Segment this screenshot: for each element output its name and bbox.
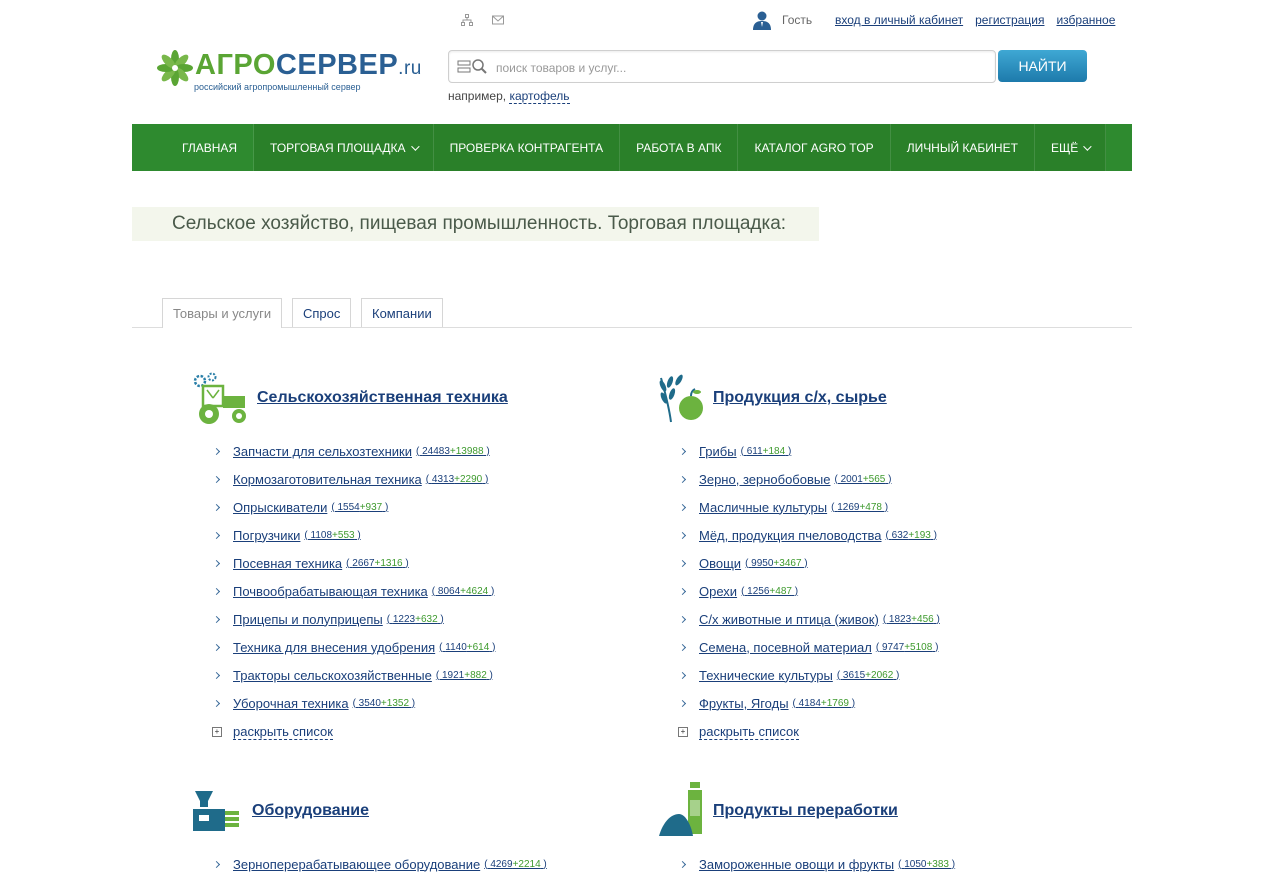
user-icon	[753, 11, 771, 30]
chevron-right-icon	[678, 671, 687, 679]
category-list-machinery: Запчасти для сельхозтехники( 24483+13988…	[212, 437, 495, 717]
list-item[interactable]: Семена, посевной материал( 9747+5108 )	[678, 633, 940, 661]
list-item[interactable]: Посевная техника( 2667+1316 )	[212, 549, 495, 577]
wheat-apple-icon	[659, 374, 703, 423]
chevron-right-icon	[678, 860, 687, 868]
plus-icon: +	[678, 727, 688, 737]
list-item[interactable]: С/х животные и птица (живок)( 1823+456 )	[678, 605, 940, 633]
chevron-right-icon	[212, 699, 221, 707]
page-heading: Сельское хозяйство, пищевая промышленнос…	[132, 207, 819, 241]
guest-user: Гость	[752, 10, 812, 30]
category-list-agri-products: Грибы( 611+184 ) Зерно, зернобобовые( 20…	[678, 437, 940, 717]
chevron-down-icon	[1083, 141, 1092, 151]
example-link[interactable]: картофель	[509, 89, 570, 104]
category-title-machinery[interactable]: Сельскохозяйственная техника	[257, 389, 508, 407]
chevron-down-icon	[410, 141, 420, 151]
tab-demand[interactable]: Спрос	[292, 298, 352, 327]
site-logo[interactable]: АГРОСЕРВЕР.ru российский агропромышленны…	[157, 48, 421, 98]
nav-marketplace[interactable]: Торговая площадка	[254, 124, 434, 171]
chevron-right-icon	[212, 531, 221, 539]
tab-goods[interactable]: Товары и услуги	[162, 298, 283, 328]
list-item[interactable]: Опрыскиватели( 1554+937 )	[212, 493, 495, 521]
list-item[interactable]: Орехи( 1256+487 )	[678, 577, 940, 605]
chevron-right-icon	[678, 447, 687, 455]
plus-icon: +	[212, 727, 222, 737]
expand-list-machinery[interactable]: + раскрыть список	[212, 724, 333, 740]
nav-agro-top[interactable]: Каталог AGRO TOP	[738, 124, 891, 171]
search-icon	[457, 59, 487, 74]
category-title-equipment[interactable]: Оборудование	[252, 802, 369, 820]
expand-list-agri-products[interactable]: + раскрыть список	[678, 724, 799, 740]
list-item[interactable]: Масличные культуры( 1269+478 )	[678, 493, 940, 521]
chevron-right-icon	[212, 860, 221, 868]
chevron-right-icon	[212, 447, 221, 455]
chevron-right-icon	[678, 587, 687, 595]
list-item[interactable]: Овощи( 9950+3467 )	[678, 549, 940, 577]
list-item[interactable]: Техника для внесения удобрения( 1140+614…	[212, 633, 495, 661]
sitemap-icon[interactable]	[461, 14, 473, 26]
account-links: вход в личный кабинет регистрация избран…	[835, 13, 1115, 27]
search-example: например, картофель	[448, 89, 570, 104]
tractor-icon	[193, 372, 246, 424]
list-item[interactable]: Почвообрабатывающая техника( 8064+4624 )	[212, 577, 495, 605]
list-item[interactable]: Зерно, зернобобовые( 2001+565 )	[678, 465, 940, 493]
logo-flower-icon	[157, 50, 193, 86]
processed-products-icon	[659, 782, 702, 836]
category-list-equipment: Зерноперерабатывающее оборудование( 4269…	[212, 850, 547, 878]
nav-jobs[interactable]: Работа в АПК	[620, 124, 739, 171]
nav-counterparty-check[interactable]: Проверка контрагента	[433, 124, 621, 171]
chevron-right-icon	[212, 671, 221, 679]
chevron-right-icon	[678, 475, 687, 483]
list-item[interactable]: Тракторы сельскохозяйственные( 1921+882 …	[212, 661, 495, 689]
list-item[interactable]: Уборочная техника( 3540+1352 )	[212, 689, 495, 717]
chevron-right-icon	[212, 643, 221, 651]
list-item[interactable]: Мёд, продукция пчеловодства( 632+193 )	[678, 521, 940, 549]
list-item[interactable]: Запчасти для сельхозтехники( 24483+13988…	[212, 437, 495, 465]
main-nav: Главная Торговая площадка Проверка контр…	[132, 124, 1132, 171]
chevron-right-icon	[678, 615, 687, 623]
list-item[interactable]: Технические культуры( 3615+2062 )	[678, 661, 940, 689]
register-link[interactable]: регистрация	[975, 13, 1044, 27]
list-item[interactable]: Погрузчики( 1108+553 )	[212, 521, 495, 549]
equipment-icon	[193, 791, 239, 831]
list-item[interactable]: Фрукты, Ягоды( 4184+1769 )	[678, 689, 940, 717]
nav-home[interactable]: Главная	[132, 124, 255, 171]
search-box	[448, 50, 996, 84]
list-item[interactable]: Замороженные овощи и фрукты( 1050+383 )	[678, 850, 955, 878]
list-item[interactable]: Зерноперерабатывающее оборудование( 4269…	[212, 850, 547, 878]
search-input[interactable]	[494, 51, 978, 84]
chevron-right-icon	[678, 643, 687, 651]
chevron-right-icon	[678, 503, 687, 511]
chevron-right-icon	[212, 559, 221, 567]
favorites-link[interactable]: избранное	[1056, 13, 1115, 27]
category-title-agri-products[interactable]: Продукция с/х, сырье	[713, 389, 887, 407]
logo-subtitle: российский агропромышленный сервер	[194, 82, 361, 92]
category-title-processed-products[interactable]: Продукты переработки	[713, 802, 898, 820]
page-title: Сельское хозяйство, пищевая промышленнос…	[172, 213, 787, 234]
logo-wordmark: АГРОСЕРВЕР.ru	[195, 49, 422, 81]
chevron-right-icon	[678, 531, 687, 539]
login-link[interactable]: вход в личный кабинет	[835, 13, 963, 27]
mail-icon[interactable]	[492, 14, 504, 26]
chevron-right-icon	[212, 503, 221, 511]
list-item[interactable]: Грибы( 611+184 )	[678, 437, 940, 465]
chevron-right-icon	[212, 615, 221, 623]
category-list-processed-products: Замороженные овощи и фрукты( 1050+383 )	[678, 850, 955, 878]
guest-label: Гость	[782, 13, 813, 27]
chevron-right-icon	[678, 699, 687, 707]
tab-companies[interactable]: Компании	[361, 298, 443, 327]
search-button[interactable]: НАЙТИ	[998, 50, 1087, 82]
chevron-right-icon	[212, 475, 221, 483]
nav-cabinet[interactable]: Личный кабинет	[890, 124, 1035, 171]
list-item[interactable]: Прицепы и полуприцепы( 1223+632 )	[212, 605, 495, 633]
chevron-right-icon	[678, 559, 687, 567]
nav-more[interactable]: Ещё	[1034, 124, 1107, 171]
chevron-right-icon	[212, 587, 221, 595]
list-item[interactable]: Кормозаготовительная техника( 4313+2290 …	[212, 465, 495, 493]
